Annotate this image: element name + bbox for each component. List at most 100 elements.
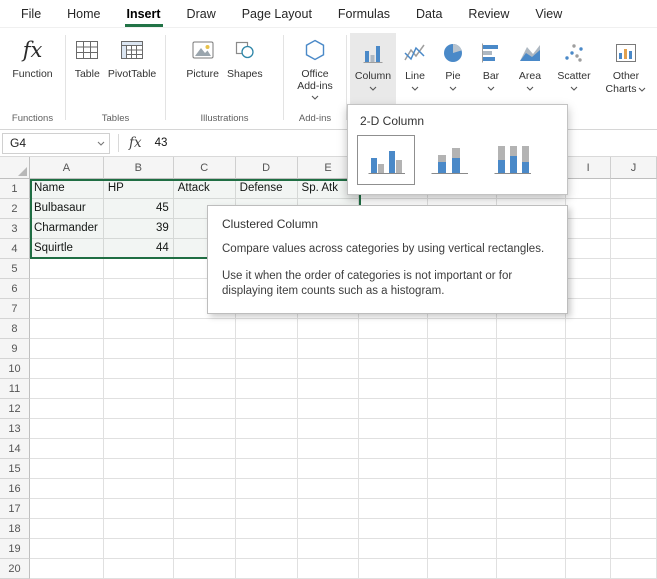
cell-J19[interactable] <box>611 539 657 559</box>
function-button[interactable]: fx Function <box>8 33 56 82</box>
cell-E20[interactable] <box>297 559 360 579</box>
cell-J20[interactable] <box>611 559 657 579</box>
cell-I3[interactable] <box>566 219 612 239</box>
cell-F20[interactable] <box>359 559 429 579</box>
cell-I16[interactable] <box>566 479 612 499</box>
tab-view[interactable]: View <box>522 0 575 27</box>
cell-C19[interactable] <box>173 539 236 559</box>
cell-I12[interactable] <box>566 399 612 419</box>
cell-J15[interactable] <box>611 459 657 479</box>
cell-F8[interactable] <box>359 319 429 339</box>
cell-F13[interactable] <box>359 419 429 439</box>
row-header-3[interactable]: 3 <box>0 219 30 239</box>
cell-B9[interactable] <box>103 339 174 359</box>
row-header-10[interactable]: 10 <box>0 359 30 379</box>
cell-G18[interactable] <box>428 519 498 539</box>
cell-I4[interactable] <box>566 239 612 259</box>
cell-E13[interactable] <box>297 419 360 439</box>
cell-H9[interactable] <box>497 339 567 359</box>
cell-C16[interactable] <box>173 479 236 499</box>
cell-D18[interactable] <box>235 519 298 539</box>
cell-J17[interactable] <box>611 499 657 519</box>
cell-H20[interactable] <box>497 559 567 579</box>
cell-E9[interactable] <box>297 339 360 359</box>
cell-A18[interactable] <box>29 519 104 539</box>
row-header-2[interactable]: 2 <box>0 199 30 219</box>
tab-draw[interactable]: Draw <box>174 0 229 27</box>
tab-page-layout[interactable]: Page Layout <box>229 0 325 27</box>
cell-J4[interactable] <box>611 239 657 259</box>
cell-F19[interactable] <box>359 539 429 559</box>
cell-C20[interactable] <box>173 559 236 579</box>
cell-C13[interactable] <box>173 419 236 439</box>
picture-button[interactable]: Picture <box>182 33 223 82</box>
row-header-7[interactable]: 7 <box>0 299 30 319</box>
cell-C9[interactable] <box>173 339 236 359</box>
cell-F17[interactable] <box>359 499 429 519</box>
cell-A9[interactable] <box>29 339 104 359</box>
cell-I2[interactable] <box>566 199 612 219</box>
cell-A20[interactable] <box>29 559 104 579</box>
tab-insert[interactable]: Insert <box>114 0 174 27</box>
cell-H17[interactable] <box>497 499 567 519</box>
cell-J1[interactable] <box>611 179 657 199</box>
cell-F11[interactable] <box>359 379 429 399</box>
cell-A7[interactable] <box>29 299 104 319</box>
cell-I17[interactable] <box>566 499 612 519</box>
tab-home[interactable]: Home <box>54 0 113 27</box>
cell-C10[interactable] <box>173 359 236 379</box>
cell-H12[interactable] <box>497 399 567 419</box>
cell-A12[interactable] <box>29 399 104 419</box>
cell-I20[interactable] <box>566 559 612 579</box>
cell-A5[interactable] <box>29 259 104 279</box>
cell-I6[interactable] <box>566 279 612 299</box>
cell-J18[interactable] <box>611 519 657 539</box>
cell-J12[interactable] <box>611 399 657 419</box>
cell-B17[interactable] <box>103 499 174 519</box>
cell-F14[interactable] <box>359 439 429 459</box>
cell-F9[interactable] <box>359 339 429 359</box>
cell-B7[interactable] <box>103 299 174 319</box>
100-percent-stacked-column-option[interactable] <box>483 135 541 185</box>
cell-E19[interactable] <box>297 539 360 559</box>
cell-D16[interactable] <box>235 479 298 499</box>
cell-B15[interactable] <box>103 459 174 479</box>
cell-F10[interactable] <box>359 359 429 379</box>
cell-B16[interactable] <box>103 479 174 499</box>
cell-H11[interactable] <box>497 379 567 399</box>
cell-E18[interactable] <box>297 519 360 539</box>
cell-E14[interactable] <box>297 439 360 459</box>
cell-F16[interactable] <box>359 479 429 499</box>
cell-H18[interactable] <box>497 519 567 539</box>
cell-H15[interactable] <box>497 459 567 479</box>
cell-D12[interactable] <box>235 399 298 419</box>
cell-G15[interactable] <box>428 459 498 479</box>
pivottable-button[interactable]: PivotTable <box>104 33 160 82</box>
cell-J2[interactable] <box>611 199 657 219</box>
cell-C14[interactable] <box>173 439 236 459</box>
cell-G20[interactable] <box>428 559 498 579</box>
row-header-15[interactable]: 15 <box>0 459 30 479</box>
cell-E8[interactable] <box>297 319 360 339</box>
cell-B1[interactable]: HP <box>103 179 174 199</box>
cell-H14[interactable] <box>497 439 567 459</box>
cell-C8[interactable] <box>173 319 236 339</box>
cell-J3[interactable] <box>611 219 657 239</box>
cell-E12[interactable] <box>297 399 360 419</box>
cell-G10[interactable] <box>428 359 498 379</box>
shapes-button[interactable]: Shapes <box>223 33 267 82</box>
cell-I11[interactable] <box>566 379 612 399</box>
cell-I9[interactable] <box>566 339 612 359</box>
cell-H10[interactable] <box>497 359 567 379</box>
tab-data[interactable]: Data <box>403 0 455 27</box>
cell-B6[interactable] <box>103 279 174 299</box>
row-header-17[interactable]: 17 <box>0 499 30 519</box>
cell-D17[interactable] <box>235 499 298 519</box>
cell-B4[interactable]: 44 <box>103 239 174 259</box>
table-button[interactable]: Table <box>71 33 104 82</box>
cell-D1[interactable]: Defense <box>235 179 298 199</box>
column-header-D[interactable]: D <box>235 157 298 179</box>
row-header-19[interactable]: 19 <box>0 539 30 559</box>
cell-J6[interactable] <box>611 279 657 299</box>
cell-A14[interactable] <box>29 439 104 459</box>
